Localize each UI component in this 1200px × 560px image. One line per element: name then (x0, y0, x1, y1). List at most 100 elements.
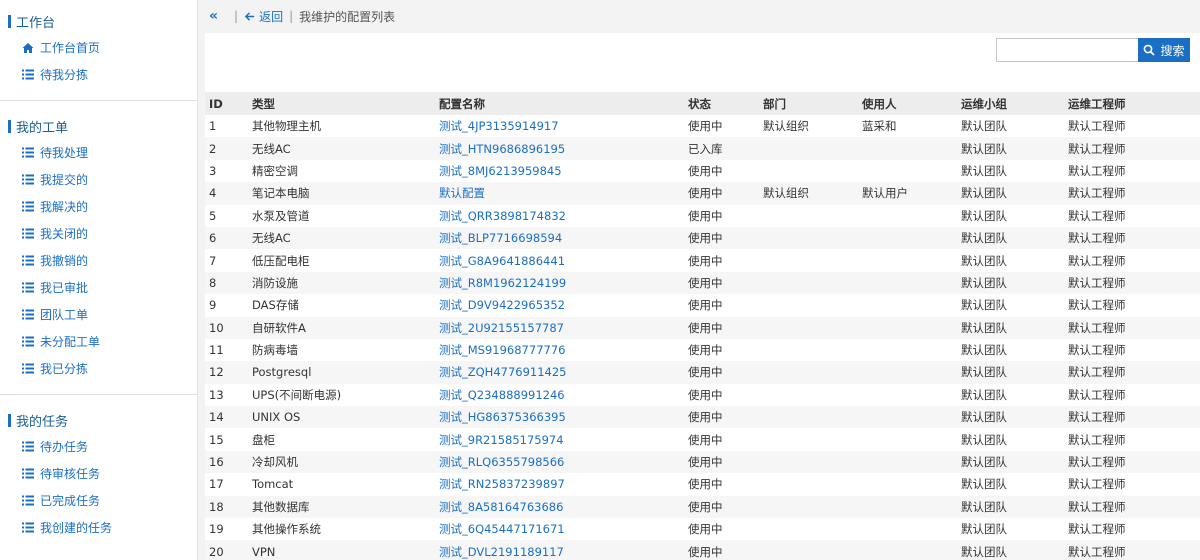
cell-config-name[interactable]: 测试_G8A9641886441 (439, 249, 688, 272)
sidebar-item[interactable]: 已完成任务 (0, 487, 197, 514)
cell-config-name[interactable]: 测试_RN25837239897 (439, 473, 688, 496)
cell-config-name[interactable]: 测试_ZQH4776911425 (439, 361, 688, 384)
cell-id: 14 (205, 406, 252, 429)
sidebar-item-label: 待办任务 (40, 440, 89, 454)
cell-status: 使用中 (688, 115, 763, 138)
cell-config-name[interactable]: 测试_DVL2191189117 (439, 540, 688, 560)
cell-department (763, 294, 862, 317)
cell-config-name[interactable]: 测试_9R21585175974 (439, 428, 688, 451)
cell-type: 笔记本电脑 (252, 182, 439, 205)
cell-status: 已入库 (688, 137, 763, 160)
sidebar-item[interactable]: 团队工单 (0, 301, 197, 328)
cell-user (862, 450, 961, 474)
search-button[interactable]: 搜索 (1138, 38, 1190, 62)
cell-department (763, 137, 862, 160)
cell-id: 5 (205, 204, 252, 227)
table-row: 2 无线AC 测试_HTN9686896195 已入库 默认团队 默认工程师 (205, 137, 1200, 160)
cell-ops-team: 默认团队 (961, 204, 1068, 227)
sidebar-item-label: 我撤销的 (40, 254, 89, 268)
cell-config-name[interactable]: 测试_HG86375366395 (439, 406, 688, 429)
list-icon (22, 336, 34, 348)
cell-config-name[interactable]: 测试_RLQ6355798566 (439, 450, 688, 474)
cell-config-name[interactable]: 测试_QRR3898174832 (439, 204, 688, 227)
sidebar-item[interactable]: 我提交的 (0, 166, 197, 193)
cell-department (763, 271, 862, 295)
cell-config-name[interactable]: 测试_6Q45447171671 (439, 518, 688, 541)
cell-type: 其他操作系统 (252, 518, 439, 541)
cell-type: 盘柜 (252, 428, 439, 451)
sidebar-item-label: 待审核任务 (40, 467, 101, 481)
cell-department: 默认组织 (763, 115, 862, 138)
cell-ops-engineer: 默认工程师 (1068, 137, 1200, 160)
table-row: 5 水泵及管道 测试_QRR3898174832 使用中 默认团队 默认工程师 (205, 204, 1200, 227)
cell-ops-team: 默认团队 (961, 159, 1068, 183)
cell-department (763, 316, 862, 339)
cell-department: 默认组织 (763, 182, 862, 205)
sidebar-item[interactable]: 我创建的任务 (0, 514, 197, 541)
table-row: 1 其他物理主机 测试_4JP3135914917 使用中 默认组织 蓝采和 默认团队 默认工… (205, 115, 1200, 138)
sidebar-item-label: 团队工单 (40, 308, 89, 322)
sidebar-item[interactable]: 我解决的 (0, 193, 197, 220)
table-row: 13 UPS(不间断电源) 测试_Q234888991246 使用中 默认团队 默认工程师 (205, 383, 1200, 407)
collapse-sidebar-icon[interactable]: « (209, 8, 218, 24)
sidebar-item[interactable]: 待我分拣 (0, 61, 197, 88)
back-button[interactable]: 返回 (244, 8, 283, 25)
cell-user: 蓝采和 (862, 115, 961, 138)
cell-ops-team: 默认团队 (961, 271, 1068, 295)
cell-config-name[interactable]: 测试_8MJ6213959845 (439, 159, 688, 183)
group-title-label: 工作台 (16, 15, 56, 31)
cell-department (763, 518, 862, 541)
config-table: ID 类型 配置名称 状态 部门 使用人 运维小组 运维工程师 1 其他物理主机 测试_4JP31… (205, 92, 1200, 560)
sidebar-item[interactable]: 待审核任务 (0, 460, 197, 487)
cell-config-name[interactable]: 测试_4JP3135914917 (439, 115, 688, 138)
search-input[interactable] (996, 38, 1138, 62)
cell-ops-team: 默认团队 (961, 540, 1068, 560)
cell-id: 12 (205, 361, 252, 384)
cell-ops-team: 默认团队 (961, 406, 1068, 429)
sidebar-item-label: 待我处理 (40, 146, 89, 160)
list-icon (22, 522, 34, 534)
cell-department (763, 226, 862, 250)
sidebar-item[interactable]: 我关闭的 (0, 220, 197, 247)
sidebar-item[interactable]: 待我处理 (0, 139, 197, 166)
sidebar-item[interactable]: 工作台首页 (0, 34, 197, 61)
list-icon (22, 228, 34, 240)
cell-ops-team: 默认团队 (961, 137, 1068, 160)
search-icon (1143, 44, 1156, 56)
cell-config-name[interactable]: 测试_BLP7716698594 (439, 226, 688, 250)
cell-department (763, 450, 862, 474)
cell-user (862, 361, 961, 384)
cell-config-name[interactable]: 测试_8A58164763686 (439, 495, 688, 519)
cell-status: 使用中 (688, 428, 763, 451)
cell-ops-engineer: 默认工程师 (1068, 383, 1200, 407)
cell-type: UNIX OS (252, 406, 439, 429)
search-button-label: 搜索 (1160, 43, 1185, 58)
sidebar-item-label: 我创建的任务 (40, 521, 113, 535)
cell-config-name[interactable]: 测试_MS91968777776 (439, 338, 688, 362)
sidebar-item[interactable]: 未分配工单 (0, 328, 197, 355)
cell-ops-engineer: 默认工程师 (1068, 473, 1200, 496)
cell-ops-engineer: 默认工程师 (1068, 450, 1200, 474)
cell-status: 使用中 (688, 294, 763, 317)
sidebar-item[interactable]: 待办任务 (0, 433, 197, 460)
table-row: 14 UNIX OS 测试_HG86375366395 使用中 默认团队 默认工程师 (205, 406, 1200, 429)
cell-user (862, 249, 961, 272)
cell-type: 低压配电柜 (252, 249, 439, 272)
cell-user (862, 294, 961, 317)
group-marker (8, 119, 11, 133)
cell-id: 15 (205, 428, 252, 451)
cell-config-name[interactable]: 测试_2U92155157787 (439, 316, 688, 339)
cell-config-name[interactable]: 默认配置 (439, 182, 688, 205)
sidebar-item[interactable]: 我已分拣 (0, 355, 197, 382)
cell-config-name[interactable]: 测试_HTN9686896195 (439, 137, 688, 160)
sidebar-item[interactable]: 我撤销的 (0, 247, 197, 274)
cell-config-name[interactable]: 测试_Q234888991246 (439, 383, 688, 407)
sidebar-group-title: 我的工单 (0, 113, 197, 139)
sidebar-item[interactable]: 我已审批 (0, 274, 197, 301)
cell-config-name[interactable]: 测试_D9V9422965352 (439, 294, 688, 317)
search-bar: 搜索 (996, 38, 1190, 62)
cell-department (763, 406, 862, 429)
cell-config-name[interactable]: 测试_R8M1962124199 (439, 271, 688, 295)
